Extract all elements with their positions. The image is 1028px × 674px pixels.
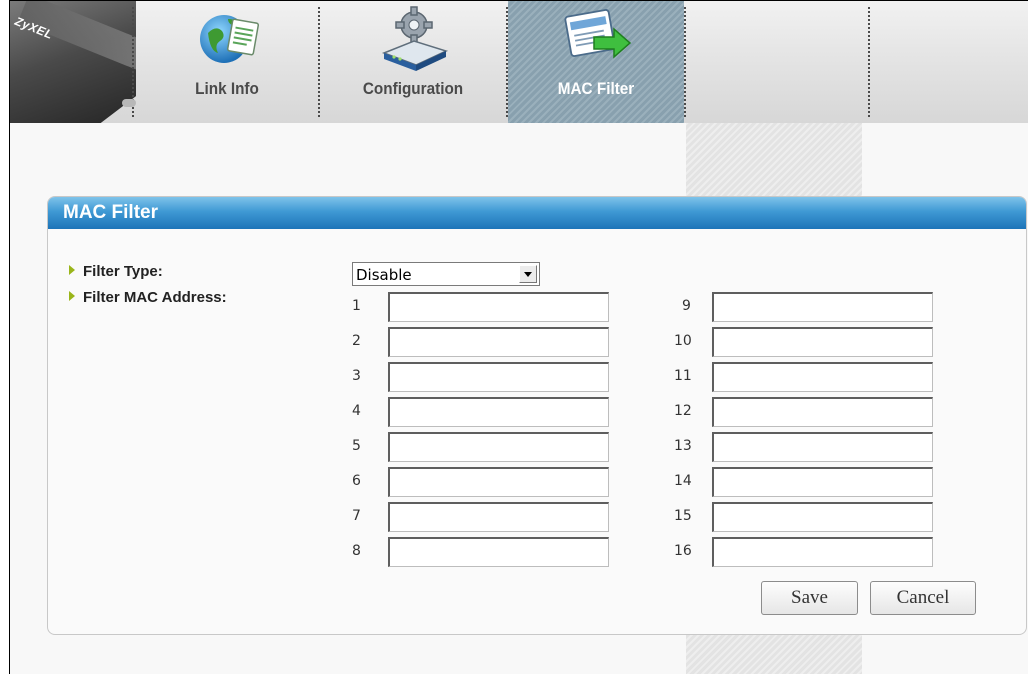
tab-mac-filter[interactable]: MAC Filter <box>508 1 684 123</box>
tab-link-info[interactable]: Link Info <box>136 1 318 123</box>
mac-index: 8 <box>352 543 361 559</box>
globe-document-icon <box>200 15 260 63</box>
device-led <box>122 99 136 107</box>
filter-type-value: Disable <box>356 266 412 284</box>
mac-address-input-7[interactable] <box>388 502 609 532</box>
dropdown-arrow-icon[interactable] <box>519 265 537 283</box>
tab-label: MAC Filter <box>557 79 635 98</box>
filter-type-select[interactable]: Disable <box>352 262 540 286</box>
mac-address-input-8[interactable] <box>388 537 609 567</box>
mac-index: 14 <box>674 473 692 489</box>
mac-address-input-10[interactable] <box>712 327 933 357</box>
mac-address-input-5[interactable] <box>388 432 609 462</box>
mac-address-input-4[interactable] <box>388 397 609 427</box>
mac-address-input-13[interactable] <box>712 432 933 462</box>
mac-address-input-16[interactable] <box>712 537 933 567</box>
mac-index: 6 <box>352 473 361 489</box>
mac-index: 11 <box>674 368 692 384</box>
filter-mac-label-text: Filter MAC Address: <box>83 289 227 306</box>
tab-label: Link Info <box>195 79 259 98</box>
mac-index: 10 <box>674 333 692 349</box>
filter-mac-address-label: Filter MAC Address: <box>69 289 227 306</box>
tab-label: Configuration <box>362 79 464 98</box>
mac-address-input-2[interactable] <box>388 327 609 357</box>
bullet-arrow-icon <box>69 291 75 301</box>
mac-address-input-9[interactable] <box>712 292 933 322</box>
mac-index: 16 <box>674 543 692 559</box>
mac-index: 9 <box>682 298 691 314</box>
bullet-arrow-icon <box>69 265 75 275</box>
nav-separator <box>868 7 870 117</box>
mac-address-input-12[interactable] <box>712 397 933 427</box>
tab-configuration[interactable]: Configuration <box>320 1 506 123</box>
mac-index: 7 <box>352 508 361 524</box>
mac-index: 5 <box>352 438 361 454</box>
filter-type-label-text: Filter Type: <box>83 263 163 280</box>
mac-address-input-6[interactable] <box>388 467 609 497</box>
save-button[interactable]: Save <box>761 581 858 615</box>
mac-address-input-11[interactable] <box>712 362 933 392</box>
mac-index: 2 <box>352 333 361 349</box>
top-nav-bar: ZyXEL Link Info Configuration MAC Filter <box>10 1 1028 123</box>
app-frame: ZyXEL Link Info Configuration MAC Filter… <box>9 0 1028 674</box>
mac-index: 4 <box>352 403 361 419</box>
mac-index: 13 <box>674 438 692 454</box>
panel-title: MAC Filter <box>48 197 1026 229</box>
mac-index: 15 <box>674 508 692 524</box>
mac-address-input-14[interactable] <box>712 467 933 497</box>
router-gear-icon <box>381 6 449 71</box>
mac-index: 1 <box>352 298 361 314</box>
cancel-button[interactable]: Cancel <box>870 581 976 615</box>
nav-separator <box>684 7 686 117</box>
mac-filter-panel: MAC Filter Filter Type: Disable Filter M… <box>47 196 1027 635</box>
mac-index: 3 <box>352 368 361 384</box>
mac-address-input-1[interactable] <box>388 292 609 322</box>
mac-address-input-15[interactable] <box>712 502 933 532</box>
mac-filter-icon <box>564 9 632 59</box>
mac-address-input-3[interactable] <box>388 362 609 392</box>
filter-type-label: Filter Type: <box>69 263 163 280</box>
mac-index: 12 <box>674 403 692 419</box>
